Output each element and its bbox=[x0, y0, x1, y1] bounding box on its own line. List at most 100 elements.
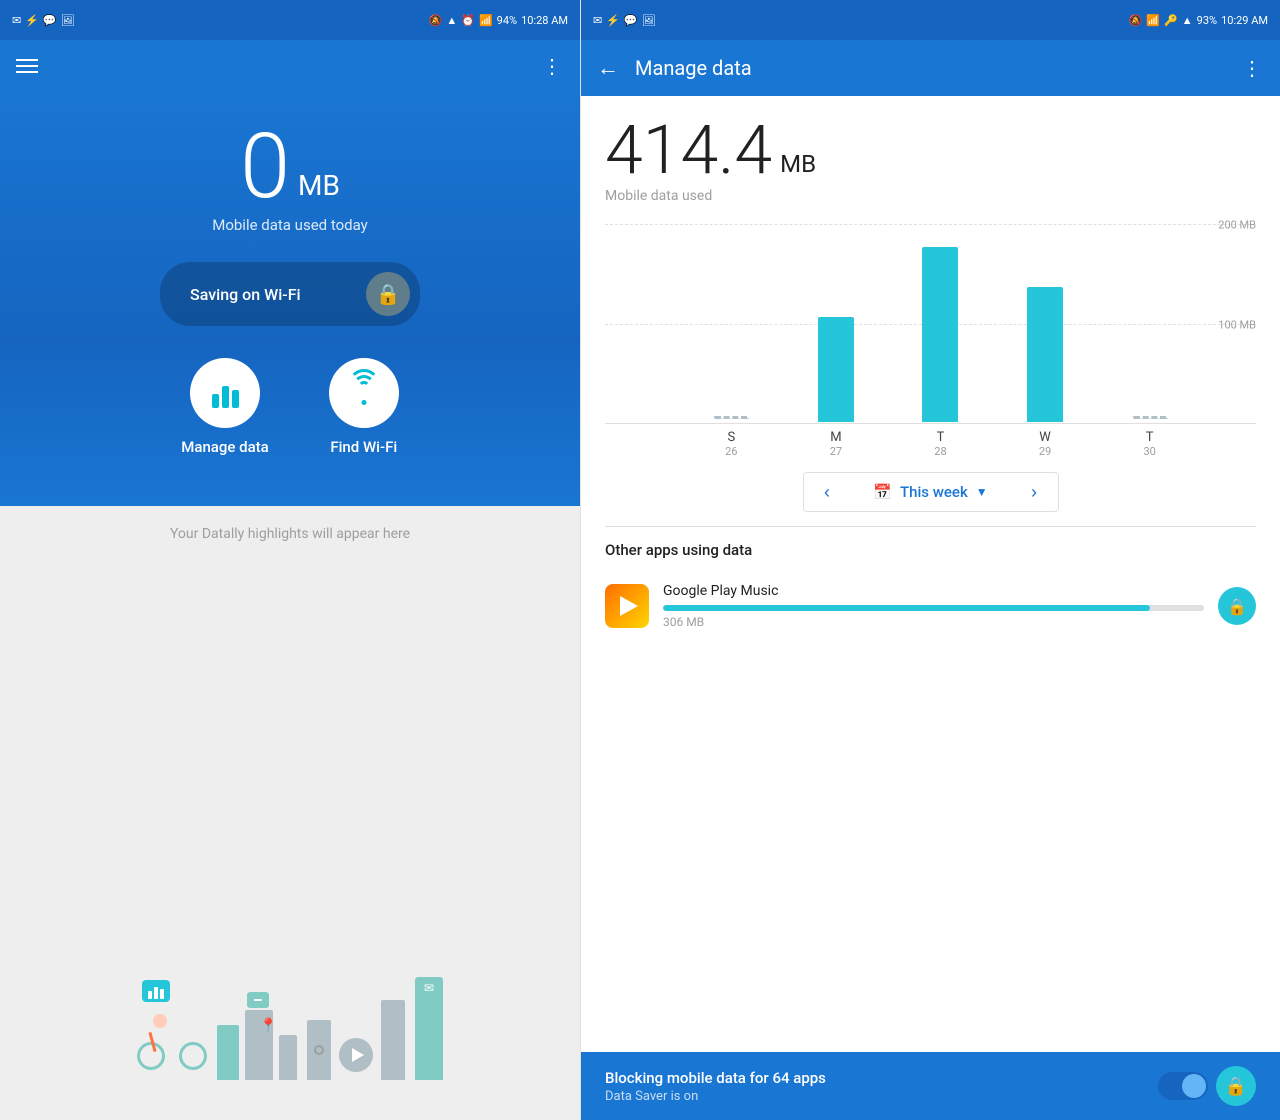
system-icons-left: 🔕 ▲ ⏰ 📶 94% 10:28 AM bbox=[429, 14, 568, 27]
bar-fill-t28 bbox=[922, 247, 958, 422]
bar-chart-icon bbox=[212, 378, 239, 408]
label-m27: M 27 bbox=[790, 430, 883, 458]
day-t1: T bbox=[937, 430, 945, 445]
gpm-mb: 306 MB bbox=[663, 615, 1204, 629]
envelope-illustration: ✉ bbox=[415, 995, 443, 1080]
manage-data-label: Manage data bbox=[181, 438, 269, 456]
app2-icon-r: ⚡ bbox=[606, 14, 620, 27]
bar-w29 bbox=[999, 287, 1092, 422]
messenger-icon: 💬 bbox=[43, 14, 57, 27]
photos-icon-r: 🖼 bbox=[642, 14, 656, 27]
day-t2: T bbox=[1146, 430, 1154, 445]
bar-t30 bbox=[1103, 416, 1196, 422]
right-panel: ✉ ⚡ 💬 🖼 🔕 📶 🔑 ▲ 93% 10:29 AM ← Manage da… bbox=[580, 0, 1280, 1120]
battery-left: 94% bbox=[497, 14, 517, 27]
data-summary: 414.4 MB Mobile data used bbox=[581, 96, 1280, 214]
data-sub-label: Mobile data used bbox=[605, 188, 1256, 204]
hero-section: 0 MB Mobile data used today Saving on Wi… bbox=[0, 92, 580, 506]
more-options-button[interactable]: ⋮ bbox=[542, 54, 564, 78]
messenger-icon-r: 💬 bbox=[624, 14, 638, 27]
apps-header: Other apps using data bbox=[605, 527, 1256, 583]
data-amount-right: 414.4 bbox=[605, 116, 772, 184]
system-icons-right: 🔕 📶 🔑 ▲ 93% 10:29 AM bbox=[1129, 14, 1268, 27]
lock-toggle[interactable]: 🔒 bbox=[366, 272, 410, 316]
buildings-illustration-1: 📍 bbox=[217, 1010, 297, 1080]
key-icon-r: 🔑 bbox=[1164, 14, 1178, 27]
grid-label-100: 100 MB bbox=[1218, 318, 1256, 331]
wifi-saving-pill[interactable]: Saving on Wi-Fi 🔒 bbox=[160, 262, 420, 326]
day-m: M bbox=[830, 430, 841, 445]
notification-icons-right: ✉ ⚡ 💬 🖼 bbox=[593, 14, 656, 27]
app-row-gpm[interactable]: Google Play Music 306 MB 🔒 bbox=[605, 583, 1256, 629]
bar-dashed-t30 bbox=[1132, 416, 1168, 422]
time-left: 10:28 AM bbox=[521, 14, 568, 27]
header-title: Manage data bbox=[635, 56, 1226, 80]
data-amount: 0 bbox=[240, 122, 290, 212]
chart-bars bbox=[685, 242, 1196, 422]
day-w: W bbox=[1039, 430, 1051, 445]
bar-fill-m27 bbox=[818, 317, 854, 422]
action-buttons: Manage data Find Wi-Fi bbox=[181, 358, 399, 456]
chart-container: 200 MB 100 MB bbox=[581, 214, 1280, 458]
alarm-icon: ⏰ bbox=[461, 14, 475, 27]
chart-x-labels: S 26 M 27 T 28 W 29 T 30 bbox=[605, 424, 1256, 458]
find-wifi-label: Find Wi-Fi bbox=[330, 438, 397, 456]
header-right: ← Manage data ⋮ bbox=[581, 40, 1280, 96]
grid-label-200: 200 MB bbox=[1218, 219, 1256, 232]
gpm-info: Google Play Music 306 MB bbox=[663, 583, 1204, 629]
play-triangle-icon bbox=[620, 596, 638, 616]
label-t28: T 28 bbox=[894, 430, 987, 458]
dropdown-chevron-icon: ▼ bbox=[976, 485, 988, 499]
data-saver-toggle[interactable] bbox=[1158, 1072, 1208, 1100]
back-button[interactable]: ← bbox=[597, 55, 619, 81]
highlights-section: Your Datally highlights will appear here bbox=[0, 506, 580, 1120]
prev-week-button[interactable]: ‹ bbox=[803, 472, 851, 512]
date-26: 26 bbox=[725, 445, 737, 458]
blocking-title: Blocking mobile data for 64 apps bbox=[605, 1069, 1158, 1087]
data-unit-right: MB bbox=[780, 152, 816, 176]
label-s26: S 26 bbox=[685, 430, 778, 458]
find-wifi-button[interactable]: Find Wi-Fi bbox=[329, 358, 399, 456]
wifi-icon-r: 📶 bbox=[1146, 14, 1160, 27]
manage-data-button[interactable]: Manage data bbox=[181, 358, 269, 456]
data-unit: MB bbox=[298, 172, 340, 200]
calendar-icon: 📅 bbox=[873, 483, 892, 501]
cyclist-illustration bbox=[137, 980, 207, 1080]
date-29: 29 bbox=[1039, 445, 1051, 458]
left-panel: ✉ ⚡ 💬 🖼 🔕 ▲ ⏰ 📶 94% 10:28 AM ⋮ 0 MB Mobi… bbox=[0, 0, 580, 1120]
battery-right: 93% bbox=[1197, 14, 1217, 27]
date-27: 27 bbox=[830, 445, 842, 458]
gpm-icon bbox=[605, 584, 649, 628]
header-left: ⋮ bbox=[0, 40, 580, 92]
gpm-progress-bar bbox=[663, 605, 1204, 611]
manage-data-icon-circle bbox=[190, 358, 260, 428]
time-right: 10:29 AM bbox=[1221, 14, 1268, 27]
bar-t28 bbox=[894, 247, 987, 422]
data-big-number: 414.4 MB bbox=[605, 116, 1256, 184]
week-label: This week bbox=[900, 483, 968, 501]
date-28: 28 bbox=[934, 445, 946, 458]
gpm-lock-button[interactable]: 🔒 bbox=[1218, 587, 1256, 625]
date-30: 30 bbox=[1143, 445, 1155, 458]
apps-title: Other apps using data bbox=[605, 541, 1256, 559]
label-w29: W 29 bbox=[999, 430, 1092, 458]
wifi-saving-text: Saving on Wi-Fi bbox=[190, 285, 301, 304]
illustration-row: 📍 ✉ bbox=[137, 562, 443, 1100]
more-options-right-button[interactable]: ⋮ bbox=[1242, 56, 1264, 80]
app-icon-2: ⚡ bbox=[25, 14, 39, 27]
chart-grid: 200 MB 100 MB bbox=[605, 224, 1256, 424]
next-week-button[interactable]: › bbox=[1011, 472, 1059, 512]
week-label-button[interactable]: 📅 This week ▼ bbox=[851, 472, 1011, 512]
signal-icon-r: ▲ bbox=[1182, 14, 1193, 27]
status-bar-right: ✉ ⚡ 💬 🖼 🔕 📶 🔑 ▲ 93% 10:29 AM bbox=[581, 0, 1280, 40]
toggle-thumb bbox=[1182, 1074, 1206, 1098]
data-used-label: Mobile data used today bbox=[212, 216, 368, 234]
apps-section: Other apps using data Google Play Music … bbox=[581, 527, 1280, 1052]
menu-button[interactable] bbox=[16, 59, 38, 73]
bar-s26 bbox=[685, 416, 778, 422]
blocking-lock-icon: 🔒 bbox=[1216, 1066, 1256, 1106]
week-selector: ‹ 📅 This week ▼ › bbox=[581, 458, 1280, 526]
gpm-progress-fill bbox=[663, 605, 1150, 611]
blocking-bar[interactable]: Blocking mobile data for 64 apps Data Sa… bbox=[581, 1052, 1280, 1120]
find-wifi-icon-circle bbox=[329, 358, 399, 428]
